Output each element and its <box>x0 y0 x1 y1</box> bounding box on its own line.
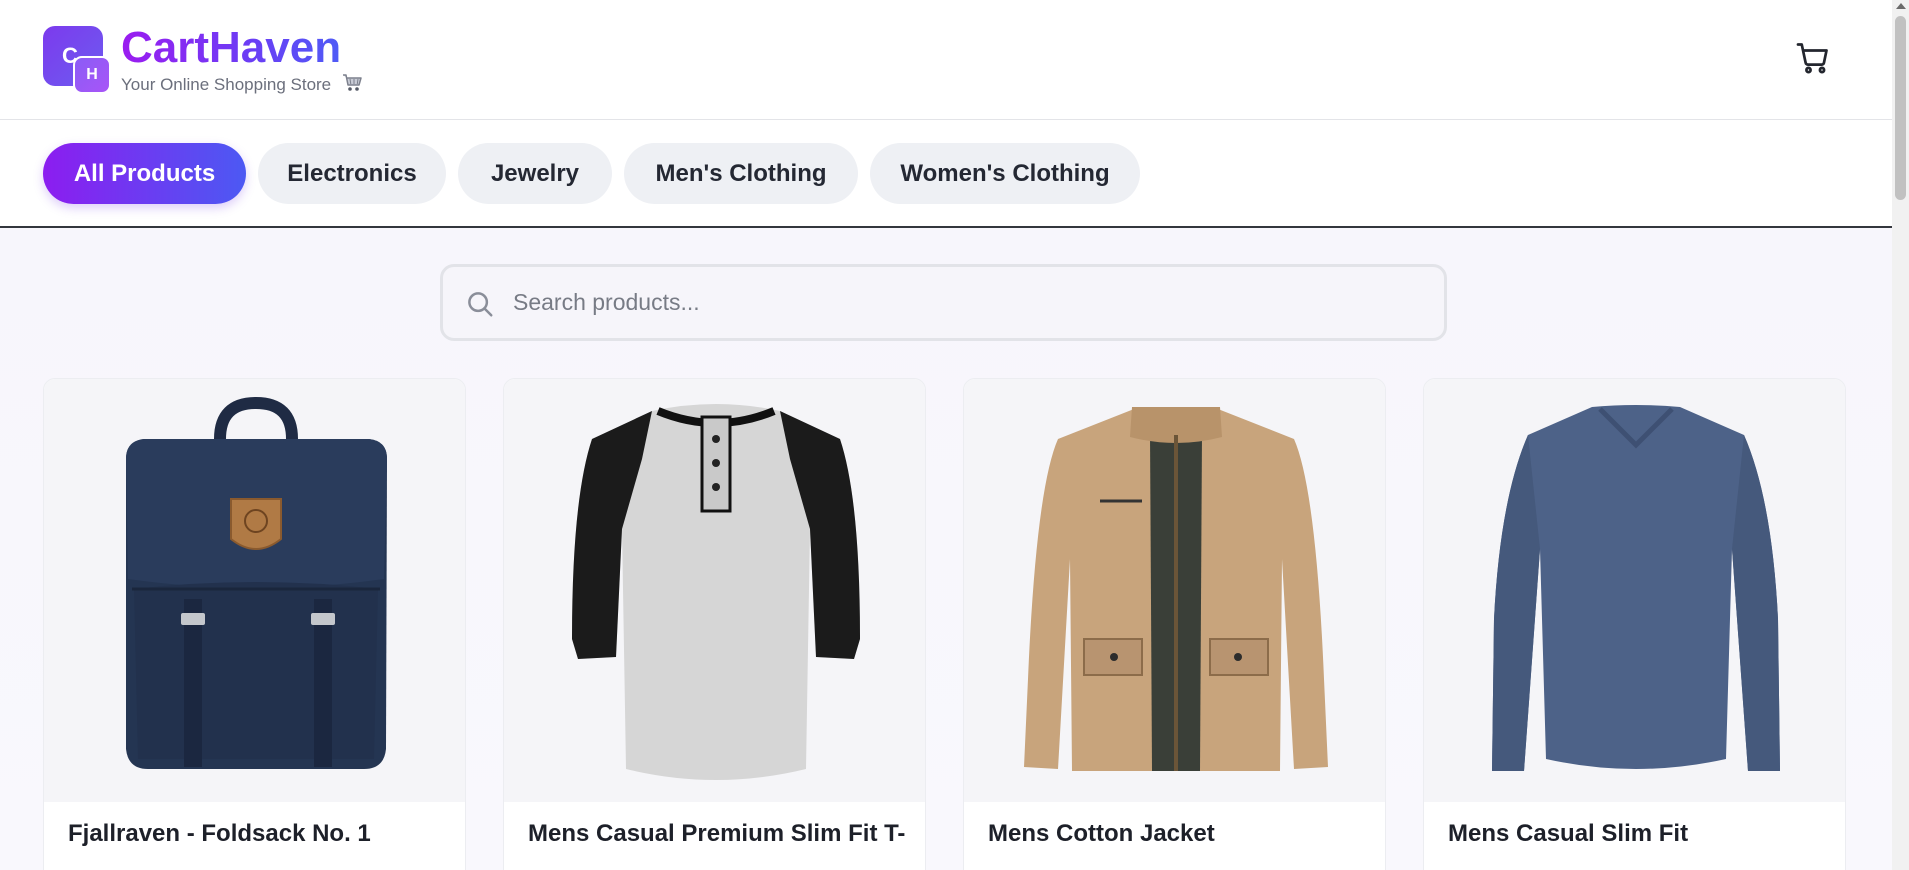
product-card[interactable]: Mens Cotton Jacket <box>963 378 1386 870</box>
product-card[interactable]: Mens Casual Slim Fit <box>1423 378 1846 870</box>
shopping-cart-emoji-icon <box>342 74 362 91</box>
backpack-image <box>126 396 387 769</box>
site-header: C H CartHaven Your Online Shopping Store <box>0 0 1892 120</box>
tab-womens-clothing[interactable]: Women's Clothing <box>870 143 1140 204</box>
brand-name[interactable]: CartHaven <box>121 22 341 74</box>
long-sleeve-tshirt-image <box>1492 405 1780 771</box>
product-image-tshirt[interactable] <box>504 379 925 802</box>
product-image-long-sleeve[interactable] <box>1424 379 1845 802</box>
search-input[interactable] <box>513 267 1413 338</box>
brand-tagline-text: Your Online Shopping Store <box>121 75 332 94</box>
product-image-backpack[interactable] <box>44 379 465 802</box>
product-title[interactable]: Fjallraven - Foldsack No. 1 <box>68 819 448 849</box>
product-image-jacket[interactable] <box>964 379 1385 802</box>
category-tabs: All Products Electronics Jewelry Men's C… <box>43 143 1140 204</box>
tab-mens-clothing[interactable]: Men's Clothing <box>624 143 858 204</box>
tab-electronics[interactable]: Electronics <box>258 143 446 204</box>
brand-tagline: Your Online Shopping Store <box>121 73 364 96</box>
page-scrollbar[interactable] <box>1892 0 1909 870</box>
cotton-jacket-image <box>1024 407 1328 771</box>
product-card[interactable]: Mens Casual Premium Slim Fit T- <box>503 378 926 870</box>
product-card[interactable]: Fjallraven - Foldsack No. 1 <box>43 378 466 870</box>
cart-button[interactable] <box>1793 38 1833 78</box>
brand-logo[interactable]: C H <box>43 26 111 94</box>
product-title[interactable]: Mens Casual Premium Slim Fit T- <box>528 819 908 849</box>
category-nav: All Products Electronics Jewelry Men's C… <box>0 120 1892 228</box>
product-title[interactable]: Mens Casual Slim Fit <box>1448 819 1828 849</box>
shopping-cart-icon <box>1796 43 1828 74</box>
scroll-up-arrow-icon[interactable] <box>1896 3 1906 9</box>
raglan-henley-tshirt-image <box>572 404 860 780</box>
scrollbar-thumb[interactable] <box>1895 16 1906 200</box>
tab-all-products[interactable]: All Products <box>43 143 246 204</box>
logo-letter-h: H <box>73 56 111 94</box>
tab-jewelry[interactable]: Jewelry <box>458 143 612 204</box>
product-title[interactable]: Mens Cotton Jacket <box>988 819 1368 849</box>
search-icon <box>468 292 493 317</box>
products-section: Fjallraven - Foldsack No. 1 Mens Casual … <box>0 228 1892 870</box>
search-box[interactable] <box>440 264 1447 341</box>
